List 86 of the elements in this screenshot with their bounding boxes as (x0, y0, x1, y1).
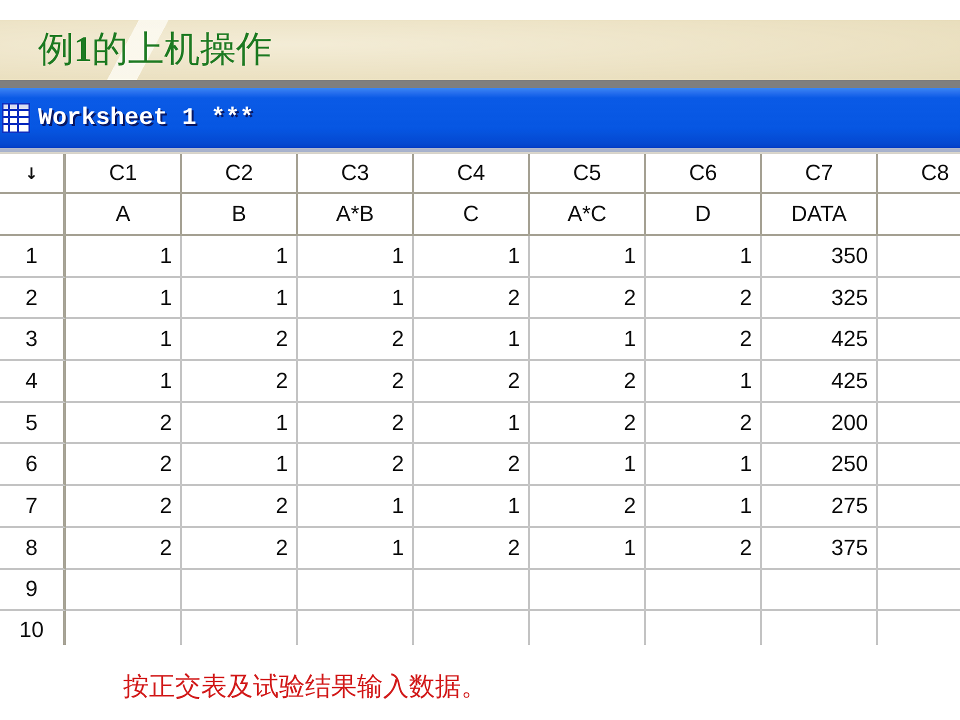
table-cell: 1 (414, 236, 530, 278)
table-cell: 2 (182, 528, 298, 570)
table-cell: 1 (298, 528, 414, 570)
table-cell: 425 (762, 361, 878, 403)
table-cell: 275 (762, 486, 878, 528)
table-cell: 2 (646, 278, 762, 320)
table-cell: 2 (298, 402, 414, 444)
column-name[interactable]: D (646, 194, 762, 236)
table-cell: 2 (530, 361, 646, 403)
table-cell: 2 (646, 528, 762, 570)
column-name[interactable]: A (66, 194, 182, 236)
table-cell: 2 (298, 361, 414, 403)
table-cell: 425 (762, 319, 878, 362)
table-cell: 1 (414, 486, 530, 528)
column-name[interactable]: C (414, 194, 530, 236)
table-cell: 1 (182, 236, 298, 278)
table-cell: 2 (298, 444, 414, 486)
table-cell: 1 (646, 444, 762, 486)
table-cell: 1 (66, 319, 182, 362)
table-cell: 1 (66, 361, 182, 403)
table-cell: 2 (182, 486, 298, 528)
table-cell: 2 (182, 361, 298, 403)
table-cell: 1 (646, 486, 762, 528)
table-cell: 200 (762, 402, 878, 444)
row-header[interactable]: 7 (0, 486, 66, 528)
row-header[interactable]: 8 (0, 528, 66, 570)
table-cell: 1 (530, 319, 646, 362)
table-cell: 1 (298, 236, 414, 278)
table-cell: 2 (66, 402, 182, 444)
table-cell: 2 (414, 444, 530, 486)
table-cell: 2 (414, 528, 530, 570)
column-header[interactable]: C6 (646, 154, 762, 194)
column-header[interactable]: C7 (762, 154, 878, 194)
column-name[interactable]: B (182, 194, 298, 236)
row-header[interactable]: 5 (0, 402, 66, 444)
table-cell: 250 (762, 444, 878, 486)
table-cell: 1 (66, 278, 182, 320)
table-cell: 2 (182, 319, 298, 362)
column-header[interactable]: C1 (66, 154, 182, 194)
table-icon (2, 103, 30, 133)
column-name[interactable]: A*B (298, 194, 414, 236)
row-header[interactable]: 2 (0, 278, 66, 320)
column-name[interactable]: A*C (530, 194, 646, 236)
slide-title: 例1的上机操作 (38, 30, 272, 70)
table-cell: 1 (530, 236, 646, 278)
table-cell: 1 (182, 444, 298, 486)
table-cell: 2 (414, 361, 530, 403)
row-header[interactable]: 4 (0, 361, 66, 403)
column-header[interactable]: C5 (530, 154, 646, 194)
column-name[interactable]: DATA (762, 194, 878, 236)
table-cell: 1 (182, 402, 298, 444)
table-cell: 2 (66, 486, 182, 528)
table-cell: 2 (530, 486, 646, 528)
table-cell: 350 (762, 236, 878, 278)
table-cell: 1 (646, 236, 762, 278)
row-header[interactable]: 9 (0, 570, 66, 612)
table-cell: 1 (646, 361, 762, 403)
down-arrow-icon: ↓ (24, 164, 38, 182)
column-header[interactable]: C2 (182, 154, 298, 194)
window-title: Worksheet 1 *** (38, 104, 254, 132)
table-cell: 375 (762, 528, 878, 570)
row-header[interactable]: 10 (0, 611, 66, 645)
row-header[interactable]: 1 (0, 236, 66, 278)
table-cell: 2 (66, 444, 182, 486)
table-cell: 2 (530, 278, 646, 320)
table-cell: 1 (182, 278, 298, 320)
column-header[interactable]: C8 (878, 154, 960, 194)
table-cell: 1 (298, 486, 414, 528)
table-cell: 1 (414, 402, 530, 444)
table-cell: 2 (530, 402, 646, 444)
table-cell: 2 (646, 319, 762, 362)
table-cell: 325 (762, 278, 878, 320)
table-cell: 2 (646, 402, 762, 444)
table-cell: 1 (530, 528, 646, 570)
caption-text: 按正交表及试验结果输入数据。 (123, 672, 487, 702)
table-cell: 2 (298, 319, 414, 362)
table-cell: 1 (530, 444, 646, 486)
table-cell: 2 (66, 528, 182, 570)
row-header[interactable]: 3 (0, 319, 66, 362)
table-cell: 1 (414, 319, 530, 362)
column-header[interactable]: C3 (298, 154, 414, 194)
table-cell: 2 (414, 278, 530, 320)
table-cell: 1 (298, 278, 414, 320)
row-header[interactable]: 6 (0, 444, 66, 486)
column-header[interactable]: C4 (414, 154, 530, 194)
table-cell: 1 (66, 236, 182, 278)
